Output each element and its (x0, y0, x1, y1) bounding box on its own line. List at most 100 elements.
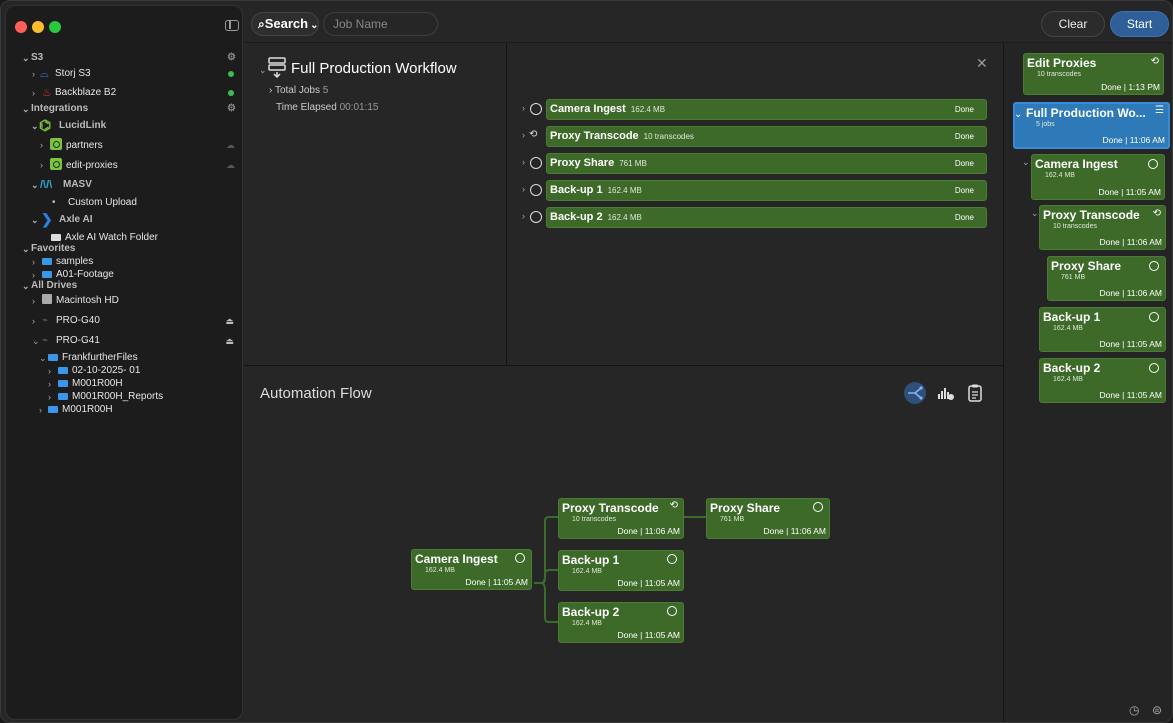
section-all-drives[interactable]: ⌄ All Drives (6, 279, 244, 293)
status-dot-icon (228, 90, 234, 96)
sidebar-item-m001r00h-2[interactable]: › M001R00H (6, 403, 244, 417)
history-item-sub: 162.4 MB (1053, 325, 1083, 332)
flow-graph-icon[interactable] (904, 382, 926, 404)
history-item[interactable]: Proxy Share 761 MB Done | 11:06 AM (1047, 256, 1166, 301)
flow-node[interactable]: Back-up 1 162.4 MB Done | 11:05 AM (558, 550, 684, 591)
history-item[interactable]: ⌄ Full Production Wo... ☰ 5 jobs Done | 11:0… (1013, 102, 1170, 149)
sidebar-item-masv[interactable]: ⌄ /\/\ MASV (6, 178, 244, 192)
job-row[interactable]: Back-up 1 162.4 MB Done (546, 180, 987, 201)
chevron-down-icon[interactable]: ⌄ (259, 65, 267, 76)
flow-node-sub: 761 MB (720, 516, 745, 523)
chevron-down-icon: ⌄ (39, 353, 47, 363)
masv-logo-icon: /\/\ (40, 179, 53, 191)
history-item[interactable]: Camera Ingest 162.4 MB Done | 11:05 AM (1031, 154, 1165, 200)
chevron-right-icon: › (269, 85, 273, 96)
job-name-input[interactable]: Job Name (323, 12, 438, 36)
sidebar-item-m001r00h-reports[interactable]: › M001R00H_Reports (6, 390, 244, 404)
chevron-down-icon: ⌄ (22, 281, 30, 291)
zoom-window-button[interactable] (49, 21, 61, 33)
clear-button[interactable]: Clear (1041, 11, 1105, 37)
sidebar-item-lucidlink[interactable]: ⌄ ⌬ LucidLink (6, 117, 244, 133)
flow-node[interactable]: Proxy Share 761 MB Done | 11:06 AM (706, 498, 830, 539)
chevron-right-icon: › (32, 257, 35, 267)
lucidlink-logo-icon: ⌬ (39, 117, 52, 133)
minimize-window-button[interactable] (32, 21, 44, 33)
history-item[interactable]: Edit Proxies ⟲ 10 transcodes Done | 1:13 PM (1023, 53, 1164, 95)
chevron-down-icon: ⌄ (31, 215, 39, 225)
divider (1003, 43, 1004, 722)
external-drive-icon: ⌁ (42, 335, 49, 346)
history-item-done: Done | 11:06 AM (1099, 288, 1162, 298)
sidebar-item-pro-g40[interactable]: › ⌁ PRO-G40 ⏏ (6, 314, 244, 328)
circle-icon (530, 184, 542, 196)
job-name: Back-up 2 162.4 MB (550, 211, 642, 223)
chevron-down-icon[interactable]: ⌄ (1031, 208, 1039, 219)
flow-node-done: Done | 11:05 AM (465, 577, 528, 587)
flow-node-sub: 162.4 MB (572, 620, 602, 627)
chevron-right-icon[interactable]: › (522, 130, 525, 140)
clipboard-icon[interactable] (964, 382, 986, 404)
sidebar-item-custom-upload[interactable]: • Custom Upload (6, 196, 244, 210)
sidebar-item-partners[interactable]: › partners ☁ (6, 138, 244, 152)
history-clock-icon[interactable]: ◷ (1129, 703, 1139, 717)
gear-icon[interactable]: ⚙ (227, 102, 236, 116)
sidebar-item-storj[interactable]: › ⌓ Storj S3 (6, 67, 244, 81)
folder-icon (42, 258, 52, 265)
chevron-right-icon[interactable]: › (522, 211, 525, 221)
sidebar-item-axle[interactable]: ⌄ ❯ Axle AI (6, 212, 244, 227)
history-item-done: Done | 11:06 AM (1102, 135, 1165, 145)
history-item[interactable]: Back-up 1 162.4 MB Done | 11:05 AM (1039, 307, 1166, 352)
section-integrations[interactable]: ⌄ Integrations ⚙ (6, 102, 244, 116)
bullet-icon: • (52, 197, 56, 208)
chevron-right-icon: › (32, 316, 35, 326)
total-jobs[interactable]: › Total Jobs 5 (269, 85, 328, 96)
close-icon[interactable]: ✕ (976, 55, 988, 72)
flow-node-sub: 10 transcodes (572, 516, 616, 523)
sidebar-item-pro-g41[interactable]: ⌄ ⌁ PRO-G41 ⏏ (6, 334, 244, 348)
stats-chart-icon[interactable] (935, 382, 957, 404)
circle-icon (530, 211, 542, 223)
flow-node[interactable]: Back-up 2 162.4 MB Done | 11:05 AM (558, 602, 684, 643)
close-window-button[interactable] (15, 21, 27, 33)
job-row[interactable]: Proxy Share 761 MB Done (546, 153, 987, 174)
external-drive-icon: ⌁ (42, 315, 49, 326)
flow-node-sub: 162.4 MB (572, 568, 602, 575)
job-row[interactable]: Back-up 2 162.4 MB Done (546, 207, 987, 228)
start-button[interactable]: Start (1110, 11, 1169, 37)
eject-icon[interactable]: ⏏ (225, 314, 234, 328)
chevron-down-icon[interactable]: ⌄ (1022, 157, 1030, 168)
history-item-title: Back-up 1 (1043, 310, 1101, 324)
search-dropdown-button[interactable]: ⌕Search ⌄ (251, 12, 319, 36)
flow-node-done: Done | 11:06 AM (617, 526, 680, 536)
sidebar-item-frankfurther[interactable]: ⌄ FrankfurtherFiles (6, 351, 244, 365)
sidebar-item-samples[interactable]: › samples (6, 255, 244, 269)
job-status: Done (954, 213, 974, 222)
eject-icon[interactable]: ⏏ (225, 334, 234, 348)
sidebar-item-macintosh-hd[interactable]: › Macintosh HD (6, 294, 244, 308)
gear-icon[interactable]: ⚙ (227, 51, 236, 65)
chevron-right-icon[interactable]: › (522, 103, 525, 113)
section-favorites[interactable]: ⌄ Favorites (6, 242, 244, 256)
job-row[interactable]: Camera Ingest 162.4 MB Done (546, 99, 987, 120)
chevron-right-icon[interactable]: › (522, 184, 525, 194)
workflow-icon: ☰ (1155, 105, 1164, 116)
storj-icon: ⌓ (40, 68, 49, 80)
history-item[interactable]: Proxy Transcode ⟲ 10 transcodes Done | 11:0… (1039, 205, 1166, 250)
history-item-done: Done | 11:06 AM (1099, 237, 1162, 247)
sidebar-item-folder-date[interactable]: › 02-10-2025- 01 (6, 364, 244, 378)
sidebar-item-edit-proxies[interactable]: › edit-proxies ☁ (6, 158, 244, 172)
sidebar-toggle-icon[interactable] (225, 20, 239, 31)
sidebar-item-m001r00h[interactable]: › M001R00H (6, 377, 244, 391)
history-item[interactable]: Back-up 2 162.4 MB Done | 11:05 AM (1039, 358, 1166, 403)
sidebar-item-backblaze[interactable]: › ♨ Backblaze B2 (6, 86, 244, 100)
chevron-down-icon[interactable]: ⌄ (1014, 109, 1022, 120)
flow-node[interactable]: Camera Ingest 162.4 MB Done | 11:05 AM (411, 549, 532, 590)
job-row[interactable]: Proxy Transcode 10 transcodes Done (546, 126, 987, 147)
transcode-icon: ⟲ (529, 129, 538, 140)
section-s3[interactable]: ⌄ S3 ⚙ (6, 51, 244, 65)
flow-node[interactable]: Proxy Transcode ⟲ 10 transcodes Done | 11:0… (558, 498, 684, 539)
filter-icon[interactable]: ⊜ (1152, 703, 1162, 717)
chevron-right-icon[interactable]: › (522, 157, 525, 167)
history-item-title: Full Production Wo... (1026, 106, 1146, 120)
folder-icon (51, 234, 61, 241)
